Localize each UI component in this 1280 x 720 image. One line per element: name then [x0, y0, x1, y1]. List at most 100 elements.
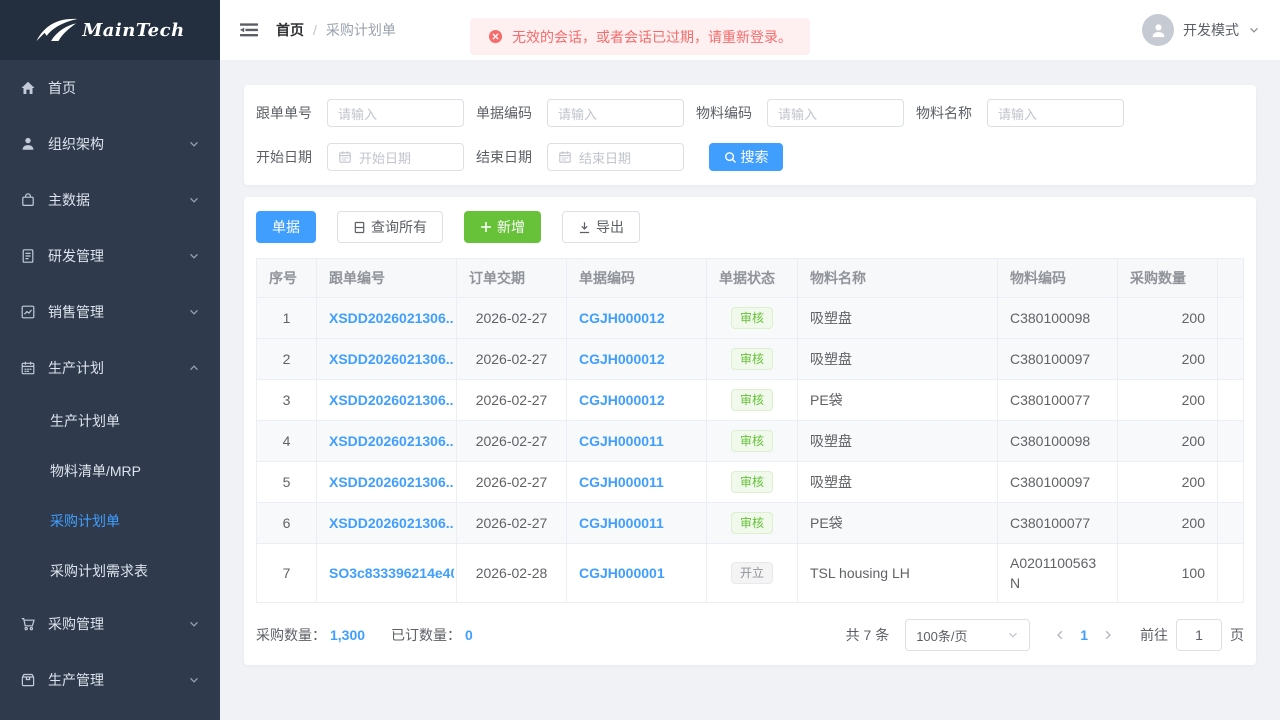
input-placeholder: 请输入 — [778, 104, 817, 123]
cell-material-name: PE袋 — [798, 503, 998, 544]
cell-doc-no-link[interactable]: CGJH000012 — [579, 310, 694, 326]
sidebar-menu: 首页组织架构主数据研发管理销售管理生产计划生产计划单物料清单/MRP采购计划单采… — [0, 60, 220, 708]
search-button[interactable]: 搜索 — [709, 143, 783, 171]
sidebar-item-production-plan[interactable]: 生产计划 — [0, 340, 220, 396]
cell-order-no-link[interactable]: XSDD2026021306.. — [329, 515, 454, 531]
cell-order-no-link[interactable]: SO3c833396214e40 — [329, 565, 454, 581]
table-header-row: 序号跟单编号订单交期单据编码单据状态物料名称物料编码采购数量 — [257, 259, 1244, 298]
cell-seq: 2 — [257, 339, 317, 380]
cell-doc-no: CGJH000012 — [567, 339, 707, 380]
table-row: 6XSDD2026021306..2026-02-27CGJH000011审核P… — [257, 503, 1244, 544]
column-header: 序号 — [257, 259, 317, 298]
sidebar-item-label: 销售管理 — [48, 302, 188, 322]
user-mode-label: 开发模式 — [1183, 20, 1239, 40]
cell-qty: 100 — [1118, 544, 1218, 603]
chevron-down-icon — [188, 674, 200, 686]
filter-row-2: 开始日期开始日期结束日期结束日期 搜索 — [256, 143, 1244, 171]
text-input[interactable]: 请输入 — [547, 99, 684, 127]
user-menu[interactable]: 开发模式 — [1142, 14, 1260, 46]
next-page-icon[interactable] — [1096, 629, 1120, 641]
chevron-down-icon — [188, 306, 200, 318]
bag-icon — [20, 192, 36, 208]
date-input[interactable]: 结束日期 — [547, 143, 684, 171]
sidebar-item-org-structure[interactable]: 组织架构 — [0, 116, 220, 172]
cell-qty: 200 — [1118, 503, 1218, 544]
page-content: 跟单单号请输入单据编码请输入物料编码请输入物料名称请输入 开始日期开始日期结束日… — [220, 61, 1280, 720]
sidebar-subitem-purchase-plan-demand[interactable]: 采购计划需求表 — [0, 546, 220, 596]
column-header: 订单交期 — [457, 259, 567, 298]
cell-doc-no: CGJH000001 — [567, 544, 707, 603]
column-header: 跟单编号 — [317, 259, 457, 298]
column-header — [1218, 259, 1244, 298]
date-input[interactable]: 开始日期 — [327, 143, 464, 171]
cell-material-name: 吸塑盘 — [798, 298, 998, 339]
cell-order-no: XSDD2026021306.. — [317, 421, 457, 462]
sidebar-subitem-bom-mrp[interactable]: 物料清单/MRP — [0, 446, 220, 496]
text-input[interactable]: 请输入 — [987, 99, 1124, 127]
goto-page-input[interactable] — [1176, 619, 1222, 651]
pagination-total: 共 7 条 — [846, 625, 890, 645]
export-button[interactable]: 导出 — [562, 211, 640, 243]
add-new-button[interactable]: 新增 — [464, 211, 541, 243]
sidebar-item-rd-management[interactable]: 研发管理 — [0, 228, 220, 284]
cell-qty: 200 — [1118, 380, 1218, 421]
chart-icon — [20, 304, 36, 320]
table-row: 1XSDD2026021306..2026-02-27CGJH000012审核吸… — [257, 298, 1244, 339]
chevron-down-icon — [188, 194, 200, 206]
cell-doc-no-link[interactable]: CGJH000011 — [579, 433, 694, 449]
cell-doc-no-link[interactable]: CGJH000012 — [579, 351, 694, 367]
page-suffix-label: 页 — [1230, 625, 1244, 645]
user-chevron-down-icon — [1248, 24, 1260, 36]
cell-order-no-link[interactable]: XSDD2026021306.. — [329, 310, 454, 326]
cell-qty: 200 — [1118, 462, 1218, 503]
sidebar-fold-icon[interactable] — [240, 23, 258, 37]
topbar: 首页 / 采购计划单 无效的会话，或者会话已过期，请重新登录。 开发模式 — [220, 0, 1280, 61]
sidebar-item-purchase-management[interactable]: 采购管理 — [0, 596, 220, 652]
filter-label: 开始日期 — [256, 147, 312, 167]
sidebar-item-home[interactable]: 首页 — [0, 60, 220, 116]
cell-doc-no-link[interactable]: CGJH000011 — [579, 515, 694, 531]
table-row: 2XSDD2026021306..2026-02-27CGJH000012审核吸… — [257, 339, 1244, 380]
pagination: 共 7 条 100条/页 1 前往 — [846, 619, 1244, 651]
cell-order-no-link[interactable]: XSDD2026021306.. — [329, 433, 454, 449]
cell-material-name: PE袋 — [798, 380, 998, 421]
page-number-1[interactable]: 1 — [1072, 627, 1096, 643]
page-size-select[interactable]: 100条/页 — [905, 619, 1030, 651]
purchase-qty-value: 1,300 — [330, 627, 365, 643]
cell-material-name: 吸塑盘 — [798, 339, 998, 380]
chevron-up-icon — [188, 362, 200, 374]
cell-order-no-link[interactable]: XSDD2026021306.. — [329, 392, 454, 408]
status-badge: 审核 — [731, 430, 773, 452]
cell-doc-no-link[interactable]: CGJH000011 — [579, 474, 694, 490]
sidebar-subitem-purchase-plan-order[interactable]: 采购计划单 — [0, 496, 220, 546]
sidebar-item-production-management[interactable]: 生产管理 — [0, 652, 220, 708]
cell-extra — [1218, 339, 1244, 380]
cell-order-no-link[interactable]: XSDD2026021306.. — [329, 351, 454, 367]
sidebar-item-label: 采购管理 — [48, 614, 188, 634]
cell-status: 审核 — [707, 503, 798, 544]
sidebar-item-master-data[interactable]: 主数据 — [0, 172, 220, 228]
cell-doc-no-link[interactable]: CGJH000001 — [579, 565, 694, 581]
cell-doc-no: CGJH000012 — [567, 298, 707, 339]
filter-item: 开始日期开始日期 — [256, 143, 476, 171]
sidebar-item-sales-management[interactable]: 销售管理 — [0, 284, 220, 340]
column-header: 采购数量 — [1118, 259, 1218, 298]
text-input[interactable]: 请输入 — [767, 99, 904, 127]
input-placeholder: 请输入 — [338, 104, 377, 123]
prev-page-icon[interactable] — [1048, 629, 1072, 641]
brand-logo: MainTech — [0, 0, 220, 60]
breadcrumb-home[interactable]: 首页 — [276, 20, 304, 40]
cell-order-no: XSDD2026021306.. — [317, 339, 457, 380]
sidebar-subitem-production-plan-order[interactable]: 生产计划单 — [0, 396, 220, 446]
cell-order-no: SO3c833396214e40 — [317, 544, 457, 603]
cell-qty: 200 — [1118, 298, 1218, 339]
document-button[interactable]: 单据 — [256, 211, 316, 243]
filter-panel: 跟单单号请输入单据编码请输入物料编码请输入物料名称请输入 开始日期开始日期结束日… — [244, 85, 1256, 185]
input-placeholder: 结束日期 — [579, 148, 631, 167]
text-input[interactable]: 请输入 — [327, 99, 464, 127]
query-all-button[interactable]: 查询所有 — [337, 211, 443, 243]
status-badge: 审核 — [731, 512, 773, 534]
cell-order-no-link[interactable]: XSDD2026021306.. — [329, 474, 454, 490]
cell-doc-no-link[interactable]: CGJH000012 — [579, 392, 694, 408]
avatar — [1142, 14, 1174, 46]
